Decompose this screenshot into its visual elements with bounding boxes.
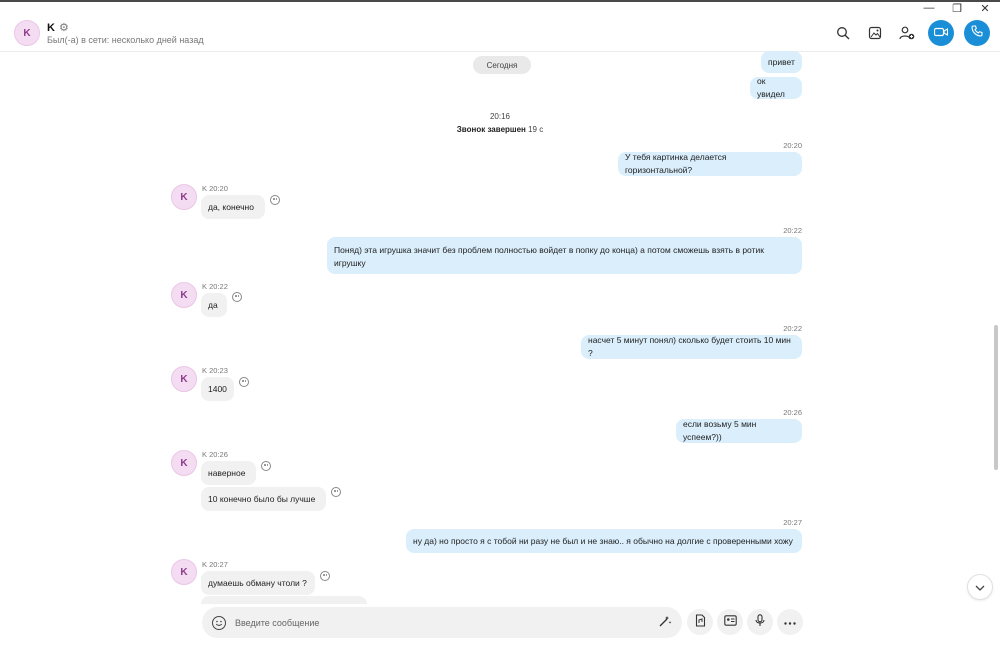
add-person-icon[interactable] — [896, 22, 918, 44]
scroll-to-bottom-button[interactable] — [967, 574, 993, 600]
contact-card-icon — [723, 615, 737, 629]
message-time: 20:22 — [209, 282, 228, 291]
file-icon — [695, 614, 706, 630]
avatar[interactable]: K — [171, 366, 197, 392]
message-time: 20:23 — [209, 366, 228, 375]
call-ended-label: Звонок завершен — [456, 125, 526, 134]
avatar[interactable]: K — [171, 282, 197, 308]
message-time: 20:22 — [783, 324, 802, 333]
message-time: 20:27 — [783, 518, 802, 527]
react-emoji-icon[interactable] — [320, 571, 330, 581]
incoming-message[interactable]: думаешь обману чтоли ? — [201, 571, 315, 595]
incoming-message-partial — [201, 596, 367, 604]
message-meta: K 20:20 — [202, 184, 228, 193]
emoji-icon[interactable] — [212, 615, 226, 630]
message-time: 20:20 — [209, 184, 228, 193]
video-call-button[interactable] — [928, 20, 954, 46]
incoming-message[interactable]: наверное — [201, 461, 256, 485]
sender-name: K — [202, 366, 208, 375]
sender-name: K — [202, 184, 208, 193]
incoming-message[interactable]: да — [201, 293, 227, 317]
message-meta: K 20:26 — [202, 450, 228, 459]
window-top-border — [0, 0, 1000, 2]
sender-name: K — [202, 450, 208, 459]
more-icon — [784, 616, 796, 628]
search-icon[interactable] — [832, 22, 854, 44]
chat-header: K K ⚙ Был(-а) в сети: несколько дней наз… — [0, 14, 1000, 52]
sender-name: K — [202, 560, 208, 569]
audio-call-icon — [971, 24, 983, 42]
scrollbar-thumb[interactable] — [994, 325, 998, 470]
outgoing-message[interactable]: ок увидел — [750, 76, 802, 99]
call-ended-notice: Звонок завершен 19 с — [0, 125, 1000, 134]
message-meta: K 20:27 — [202, 560, 228, 569]
message-time: 20:20 — [783, 141, 802, 150]
react-emoji-icon[interactable] — [239, 377, 249, 387]
message-time: 20:22 — [783, 226, 802, 235]
gallery-icon[interactable] — [864, 22, 886, 44]
video-call-icon — [933, 24, 949, 42]
chevron-down-icon — [975, 578, 985, 596]
message-time: 20:26 — [783, 408, 802, 417]
message-meta: K 20:22 — [202, 282, 228, 291]
more-options-button[interactable] — [777, 609, 803, 635]
outgoing-message[interactable]: привет — [761, 51, 802, 73]
avatar[interactable]: K — [14, 20, 40, 46]
sender-name: K — [202, 282, 208, 291]
contact-card-button[interactable] — [717, 609, 743, 635]
avatar[interactable]: K — [171, 450, 197, 476]
avatar[interactable]: K — [171, 559, 197, 585]
incoming-message[interactable]: да, конечно — [201, 195, 265, 219]
call-time: 20:16 — [489, 112, 511, 121]
call-duration: 19 с — [528, 125, 544, 134]
message-meta: K 20:23 — [202, 366, 228, 375]
incoming-message[interactable]: 10 конечно было бы лучше — [201, 487, 326, 511]
contact-name[interactable]: K — [47, 22, 55, 34]
outgoing-message[interactable]: ну да) но просто я с тобой ни разу не бы… — [406, 529, 802, 553]
outgoing-message[interactable]: если возьму 5 мин успеем?)) — [676, 419, 802, 443]
voice-message-button[interactable] — [747, 609, 773, 635]
outgoing-message[interactable]: насчет 5 минут понял) сколько будет стои… — [581, 335, 802, 359]
message-composer — [202, 607, 682, 638]
message-input[interactable] — [235, 617, 645, 628]
header-actions — [832, 20, 990, 46]
magic-pen-icon[interactable] — [659, 615, 672, 630]
day-separator: Сегодня — [473, 56, 531, 74]
react-emoji-icon[interactable] — [270, 195, 280, 205]
message-time: 20:26 — [209, 450, 228, 459]
outgoing-message[interactable]: Поняд) эта игрушка значит без проблем по… — [327, 237, 802, 274]
avatar[interactable]: K — [171, 184, 197, 210]
contact-name-row[interactable]: K ⚙ — [47, 21, 69, 35]
gear-icon[interactable]: ⚙ — [59, 21, 69, 34]
last-seen-status: Был(-а) в сети: несколько дней назад — [47, 35, 204, 45]
audio-call-button[interactable] — [964, 20, 990, 46]
react-emoji-icon[interactable] — [331, 487, 341, 497]
message-time: 20:27 — [209, 560, 228, 569]
react-emoji-icon[interactable] — [261, 461, 271, 471]
react-emoji-icon[interactable] — [232, 292, 242, 302]
microphone-icon — [755, 614, 765, 630]
attach-file-button[interactable] — [687, 609, 713, 635]
outgoing-message[interactable]: У тебя картинка делается горизонтальной? — [618, 152, 802, 176]
incoming-message[interactable]: 1400 — [201, 377, 234, 401]
